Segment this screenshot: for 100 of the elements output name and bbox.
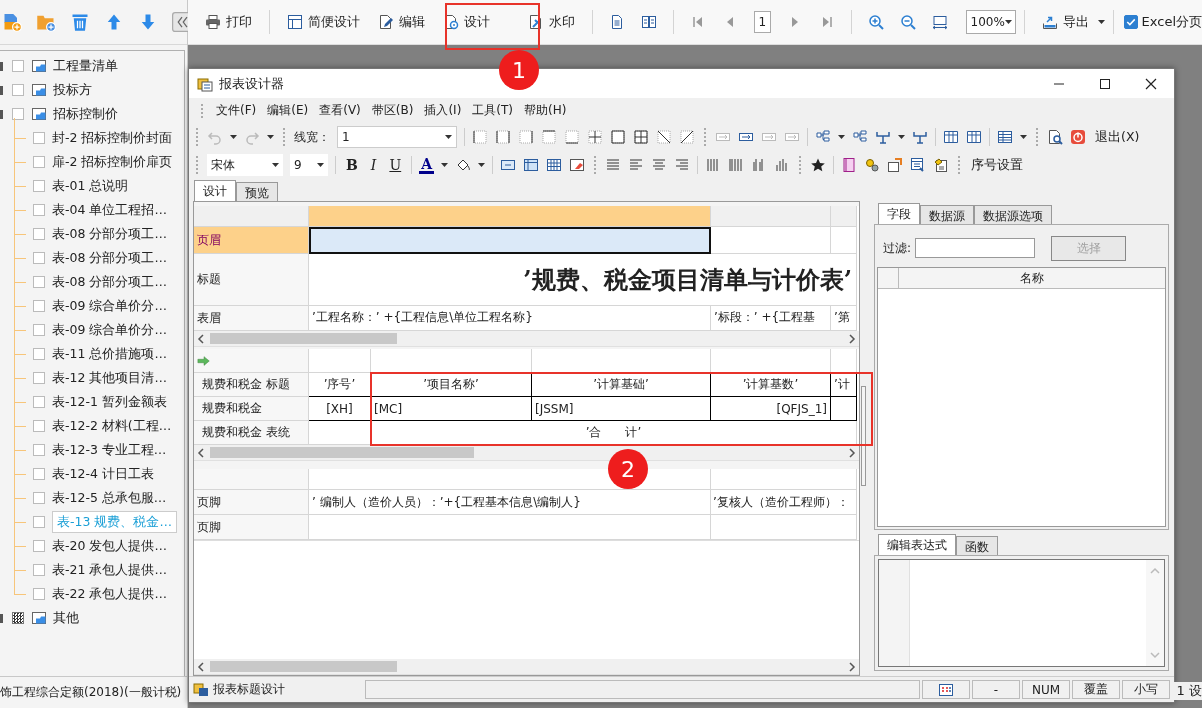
- format-button[interactable]: U: [386, 157, 405, 173]
- caret-icon[interactable]: [1097, 20, 1105, 24]
- cell-border-icon[interactable]: [495, 129, 511, 145]
- fit-width-icon[interactable]: [931, 14, 948, 30]
- tree-item[interactable]: 封-2 招标控制价封面: [52, 129, 173, 147]
- gears-icon[interactable]: [864, 157, 881, 173]
- scrollbar-thumb[interactable]: [210, 447, 474, 458]
- grid-icon[interactable]: [546, 157, 563, 173]
- row-header[interactable]: 页眉: [194, 227, 309, 254]
- band-icon[interactable]: [523, 157, 540, 173]
- align-right-icon[interactable]: [674, 157, 691, 173]
- caret-icon[interactable]: [267, 135, 274, 139]
- tree-icon[interactable]: [815, 129, 831, 145]
- toolbar-button[interactable]: 简便设计: [278, 9, 369, 35]
- expander-icon[interactable]: [0, 61, 3, 71]
- toolbar-button[interactable]: 编辑: [369, 9, 434, 35]
- caret-icon[interactable]: [478, 163, 486, 167]
- font-size-dropdown[interactable]: 9: [290, 154, 328, 176]
- zoom-dropdown[interactable]: 100%: [965, 10, 1016, 34]
- tree-item[interactable]: 表-12-4 计日工表: [52, 465, 154, 483]
- cell-border-icon[interactable]: [633, 129, 649, 145]
- tree-item[interactable]: 表-12-1 暂列金额表: [52, 393, 167, 411]
- caret-icon[interactable]: [441, 163, 449, 167]
- checkbox[interactable]: [12, 60, 24, 72]
- line-width-dropdown[interactable]: 1: [337, 126, 457, 148]
- row-header[interactable]: 页脚: [194, 490, 309, 515]
- checkbox-label[interactable]: Excel分页: [1141, 13, 1202, 31]
- caret-icon[interactable]: [838, 135, 845, 139]
- row-header[interactable]: 标题: [194, 254, 309, 306]
- checkbox[interactable]: [33, 516, 45, 528]
- fork-icon[interactable]: [912, 129, 928, 145]
- page-field[interactable]: 1: [754, 11, 771, 33]
- star-icon[interactable]: [810, 157, 827, 173]
- menu-item[interactable]: 工具(T): [472, 102, 513, 119]
- format-button[interactable]: B: [343, 157, 361, 173]
- expander-icon[interactable]: [0, 85, 3, 95]
- format-button[interactable]: I: [367, 157, 380, 173]
- export-button[interactable]: 导出: [1032, 9, 1098, 35]
- checkbox[interactable]: [33, 444, 45, 456]
- row-header[interactable]: 页脚: [194, 515, 309, 540]
- tree-item[interactable]: 表-21 承包人提供…: [52, 561, 167, 579]
- tree-item[interactable]: 投标方: [53, 81, 92, 99]
- scrollbar-thumb[interactable]: [210, 333, 397, 344]
- scrollbar-thumb[interactable]: [861, 386, 866, 486]
- checkbox[interactable]: [33, 252, 45, 264]
- checkbox[interactable]: [33, 588, 45, 600]
- fork-icon[interactable]: [875, 129, 891, 145]
- font-color-button[interactable]: A: [419, 156, 435, 174]
- tree-item[interactable]: 表-12-3 专业工程…: [52, 441, 167, 459]
- checkbox[interactable]: [33, 372, 45, 384]
- checkbox[interactable]: [33, 468, 45, 480]
- tab[interactable]: 编辑表达式: [878, 534, 956, 555]
- book-icon[interactable]: [841, 157, 858, 173]
- field-list[interactable]: 名称: [877, 267, 1166, 527]
- checkbox[interactable]: [33, 300, 45, 312]
- tree-item[interactable]: 表-12-2 材料(工程…: [52, 417, 172, 435]
- tab[interactable]: 设计: [194, 180, 236, 201]
- tab[interactable]: 函数: [956, 536, 998, 555]
- scrollbar-thumb[interactable]: [210, 661, 397, 672]
- checkbox[interactable]: [33, 420, 45, 432]
- row-header[interactable]: 规费和税金 表统: [194, 421, 309, 445]
- add-file-icon[interactable]: [2, 12, 22, 32]
- cell-border-icon[interactable]: [518, 129, 534, 145]
- toolbar-button[interactable]: 水印: [519, 9, 584, 35]
- menu-item[interactable]: 带区(B): [371, 102, 414, 119]
- caret-icon[interactable]: [230, 135, 237, 139]
- page-icon[interactable]: [609, 14, 625, 30]
- row-header[interactable]: 规费和税金 标题: [194, 373, 309, 397]
- table-icon[interactable]: [997, 129, 1013, 145]
- tree-item[interactable]: 表-09 综合单价分…: [52, 321, 167, 339]
- diagonal-border-icon[interactable]: [679, 129, 695, 145]
- menu-item[interactable]: 编辑(E): [267, 102, 309, 119]
- menu-item[interactable]: 文件(F): [216, 102, 257, 119]
- checkbox[interactable]: [33, 564, 45, 576]
- text-box-icon[interactable]: [500, 157, 517, 173]
- checkbox[interactable]: [33, 492, 45, 504]
- checkbox[interactable]: [12, 84, 24, 96]
- tree-item[interactable]: 表-20 发包人提供…: [52, 537, 167, 555]
- checkbox[interactable]: [33, 396, 45, 408]
- checkbox[interactable]: [33, 276, 45, 288]
- tree-item[interactable]: 其他: [53, 609, 79, 627]
- expander-icon[interactable]: [0, 109, 3, 119]
- exit-icon[interactable]: [1070, 129, 1086, 145]
- tree-item[interactable]: 表-01 总说明: [52, 177, 129, 195]
- checkbox[interactable]: [33, 156, 45, 168]
- menu-item[interactable]: 帮助(H): [524, 102, 567, 119]
- toolbar-button[interactable]: 设计: [434, 9, 499, 35]
- checkbox[interactable]: [12, 612, 24, 624]
- align-left-icon[interactable]: [628, 157, 645, 173]
- tree-item[interactable]: 扉-2 招标控制价扉页: [52, 153, 173, 171]
- zoom-in-icon[interactable]: [867, 14, 884, 30]
- tab[interactable]: 数据源: [920, 205, 974, 224]
- tree-item[interactable]: 招标控制价: [53, 105, 118, 123]
- zoom-out-icon[interactable]: [899, 14, 916, 30]
- tree-item[interactable]: 表-11 总价措施项…: [52, 345, 167, 363]
- tree-item[interactable]: 表-08 分部分项工…: [52, 249, 167, 267]
- two-page-icon[interactable]: [641, 14, 657, 30]
- checkbox[interactable]: [33, 204, 45, 216]
- cell-border-icon[interactable]: [587, 129, 603, 145]
- preview-icon[interactable]: [1047, 129, 1063, 145]
